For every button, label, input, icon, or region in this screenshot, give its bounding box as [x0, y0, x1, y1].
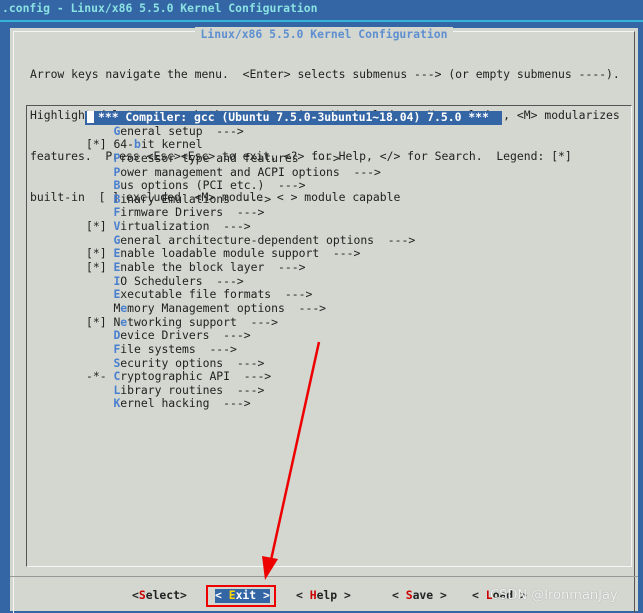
arrow-head [262, 556, 278, 580]
arrow-shaft [269, 341, 321, 561]
annotation-arrow [262, 341, 321, 580]
watermark: CSDN @IronmanJay [490, 588, 618, 603]
